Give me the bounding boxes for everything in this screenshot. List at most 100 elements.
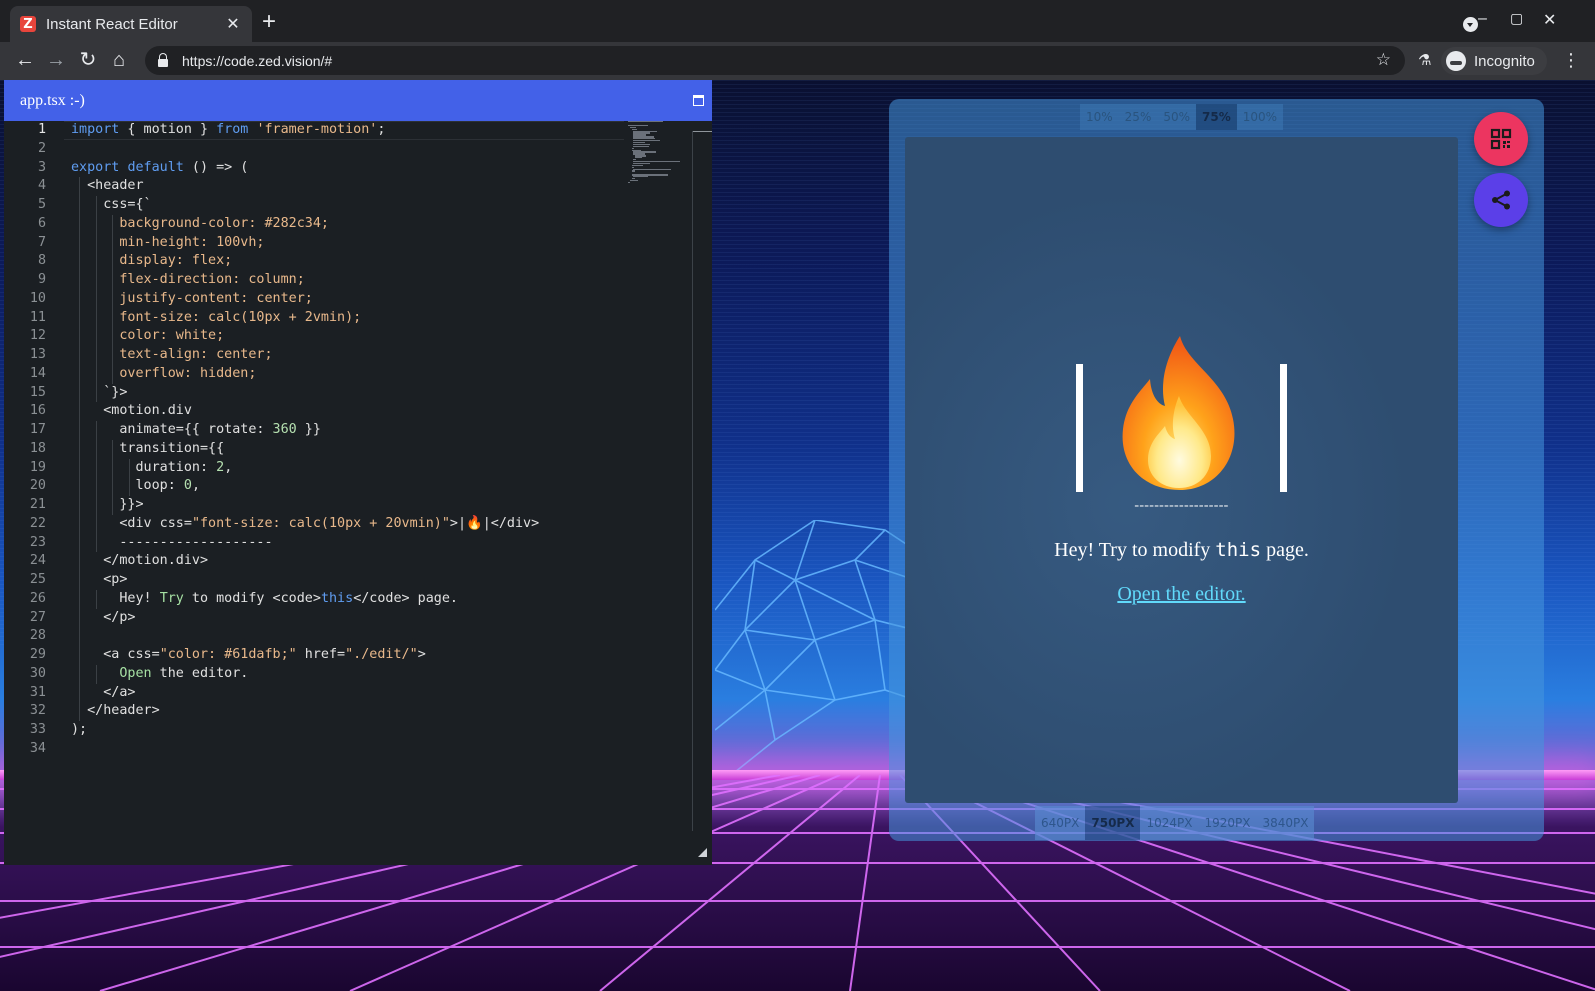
code-line[interactable]: 22 <div css="font-size: calc(10px + 20vm… xyxy=(4,515,624,534)
minimap-line xyxy=(629,179,638,182)
code-text: <motion.div xyxy=(71,403,192,419)
code-line[interactable]: 28 xyxy=(4,627,624,646)
code-line[interactable]: 33); xyxy=(4,721,624,740)
qr-code-button[interactable] xyxy=(1474,112,1528,166)
code-line[interactable]: 6 background-color: #282c34; xyxy=(4,215,624,234)
url-text[interactable]: https://code.zed.vision/# xyxy=(182,53,332,69)
code-line[interactable]: 3 export default () => ( xyxy=(4,159,624,178)
browser-menu-icon[interactable]: ⋮ xyxy=(1562,50,1580,71)
code-line[interactable]: 17 animate={{ rotate: 360 }} xyxy=(4,421,624,440)
line-number: 25 xyxy=(29,572,46,587)
code-line[interactable]: 4 <header xyxy=(4,177,624,196)
address-bar[interactable]: https://code.zed.vision/# ☆ xyxy=(145,46,1405,75)
share-icon xyxy=(1492,190,1510,210)
line-number: 2 xyxy=(37,140,46,156)
zoom-option[interactable]: 50% xyxy=(1157,104,1197,130)
code-line[interactable]: 11 font-size: calc(10px + 2vmin); xyxy=(4,309,624,328)
code-line[interactable]: 24 </motion.div> xyxy=(4,552,624,571)
line-number: 7 xyxy=(37,234,46,250)
code-line[interactable]: 20 loop: 0, xyxy=(4,477,624,496)
code-line[interactable]: 30 Open the editor. xyxy=(4,665,624,684)
bookmark-star-icon[interactable]: ☆ xyxy=(1376,50,1391,70)
reload-icon[interactable]: ↻ xyxy=(76,49,100,71)
code-text-area[interactable]: 1 import { motion } from 'framer-motion';… xyxy=(4,121,712,865)
code-line[interactable]: 31 </a> xyxy=(4,684,624,703)
preview-message-code: this xyxy=(1215,539,1262,561)
zoom-option[interactable]: 10% xyxy=(1080,104,1119,130)
maximize-button[interactable]: ▢ xyxy=(1510,10,1523,27)
maximize-editor-icon[interactable] xyxy=(693,95,704,106)
close-window-button[interactable]: ✕ xyxy=(1543,10,1556,30)
resolution-option[interactable]: 1024PX xyxy=(1140,806,1199,840)
code-line[interactable]: 19 duration: 2, xyxy=(4,459,624,478)
code-line[interactable]: 9 flex-direction: column; xyxy=(4,271,624,290)
code-editor-panel: app.tsx :-) 1 import { motion } from 'fra… xyxy=(4,80,712,865)
code-text: min-height: 100vh; xyxy=(119,234,265,250)
editor-resize-handle[interactable] xyxy=(698,848,707,857)
labs-flask-icon[interactable]: ⚗ xyxy=(1418,51,1431,69)
line-number: 32 xyxy=(29,703,46,719)
preview-message-start: Hey! Try to modify xyxy=(1054,539,1211,561)
open-editor-link[interactable]: Open the editor. xyxy=(905,583,1458,606)
code-line[interactable]: 16 <motion.div xyxy=(4,402,624,421)
home-icon[interactable]: ⌂ xyxy=(107,49,131,71)
code-line[interactable]: 27 </p> xyxy=(4,609,624,628)
code-line[interactable]: 14 overflow: hidden; xyxy=(4,365,624,384)
line-number: 8 xyxy=(37,253,46,269)
code-line[interactable]: 13 text-align: center; xyxy=(4,346,624,365)
minimap-line xyxy=(628,181,630,184)
tab-close-icon[interactable]: ✕ xyxy=(224,14,242,34)
code-text: ); xyxy=(71,722,88,737)
back-icon[interactable]: ← xyxy=(13,49,37,71)
code-line[interactable]: 29 <a css="color: #61dafb;" href="./edit… xyxy=(4,646,624,665)
line-number: 21 xyxy=(29,497,46,512)
incognito-profile-button[interactable]: Incognito xyxy=(1441,47,1547,75)
code-line[interactable]: 21 }}> xyxy=(4,496,624,515)
code-line[interactable]: 7 min-height: 100vh; xyxy=(4,234,624,253)
code-line[interactable]: 34 xyxy=(4,740,624,759)
code-line[interactable]: 5 css={` xyxy=(4,196,624,215)
browser-tab[interactable]: Z Instant React Editor ✕ xyxy=(10,6,252,42)
code-line[interactable]: 10 justify-content: center; xyxy=(4,290,624,309)
share-button[interactable] xyxy=(1474,173,1528,227)
minimap-line xyxy=(635,157,643,159)
code-line[interactable]: 15 `}> xyxy=(4,384,624,403)
forward-icon[interactable]: → xyxy=(44,49,68,71)
resolution-option[interactable]: 3840PX xyxy=(1256,806,1315,840)
code-line[interactable]: 8 display: flex; xyxy=(4,252,624,271)
incognito-icon xyxy=(1446,51,1466,71)
minimize-button[interactable]: – xyxy=(1478,10,1487,28)
file-name-label: app.tsx :-) xyxy=(20,91,85,109)
zoom-option[interactable]: 25% xyxy=(1118,104,1158,130)
code-text: justify-content: center; xyxy=(119,290,313,306)
code-line[interactable]: 26 Hey! Try to modify <code>this</code> … xyxy=(4,590,624,609)
preview-pipe-right xyxy=(1280,364,1287,492)
resolution-option[interactable]: 750PX xyxy=(1085,806,1141,840)
minimap-line xyxy=(633,176,648,178)
code-line[interactable]: 25 <p> xyxy=(4,571,624,590)
code-text: <a css="color: #61dafb;" href="./edit/"> xyxy=(71,647,426,662)
code-line[interactable]: 12 color: white; xyxy=(4,327,624,346)
preview-panel: 10% 25% 50% 75% 100% ------------------- He xyxy=(889,99,1544,841)
code-line[interactable]: 18 transition={{ xyxy=(4,440,624,459)
code-text: <header xyxy=(71,178,144,194)
line-number: 24 xyxy=(29,553,46,569)
code-line[interactable]: 1 import { motion } from 'framer-motion'; xyxy=(4,121,624,140)
zoom-option[interactable]: 75% xyxy=(1196,104,1237,130)
lock-icon[interactable] xyxy=(158,53,168,67)
new-tab-button[interactable]: + xyxy=(262,10,276,34)
tab-title: Instant React Editor xyxy=(46,15,178,33)
line-number: 20 xyxy=(29,478,46,494)
code-text: Open the editor. xyxy=(119,665,249,681)
tab-search-icon[interactable] xyxy=(1463,17,1478,32)
code-text: </p> xyxy=(71,609,136,625)
code-minimap[interactable] xyxy=(628,121,690,191)
resolution-option[interactable]: 1920PX xyxy=(1198,806,1257,840)
resolution-option[interactable]: 640PX xyxy=(1035,806,1086,840)
editor-scrollbar[interactable] xyxy=(692,131,712,831)
code-line[interactable]: 23 ------------------- xyxy=(4,534,624,553)
code-line[interactable]: 2 xyxy=(4,140,624,159)
code-line[interactable]: 32 </header> xyxy=(4,702,624,721)
zoom-option[interactable]: 100% xyxy=(1236,104,1284,130)
line-number: 1 xyxy=(37,122,46,137)
